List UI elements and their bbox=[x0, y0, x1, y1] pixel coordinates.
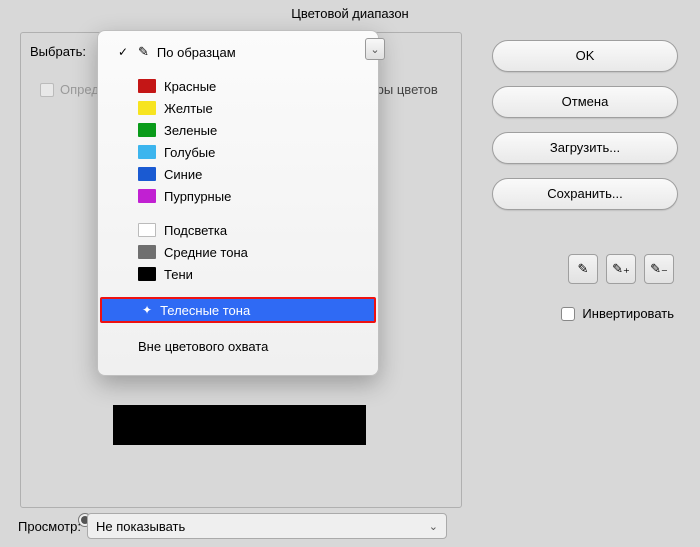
preview-label: Просмотр: bbox=[18, 519, 81, 534]
dropdown-item-label: Красные bbox=[164, 79, 216, 94]
color-swatch-icon bbox=[138, 189, 156, 203]
cancel-button[interactable]: Отмена bbox=[492, 86, 678, 118]
color-swatch-icon bbox=[138, 101, 156, 115]
dropdown-item-label: По образцам bbox=[157, 45, 236, 60]
person-icon: ✦ bbox=[142, 303, 152, 317]
color-swatch-icon bbox=[138, 123, 156, 137]
select-dropdown-menu: ✓ ✎ По образцам Красные Желтые Зеленые Голубые… bbox=[97, 30, 379, 376]
save-button[interactable]: Сохранить... bbox=[492, 178, 678, 210]
chevron-down-icon: ⌄ bbox=[429, 520, 438, 533]
dropdown-item[interactable]: Вне цветового охвата bbox=[98, 335, 378, 357]
load-button[interactable]: Загрузить... bbox=[492, 132, 678, 164]
invert-option[interactable]: Инвертировать bbox=[561, 306, 674, 321]
dropdown-item-label: Телесные тона bbox=[160, 303, 250, 318]
preview-select[interactable]: Не показывать ⌄ bbox=[87, 513, 447, 539]
eyedropper-button[interactable]: ✎ bbox=[568, 254, 598, 284]
dropdown-item[interactable]: Синие bbox=[98, 163, 378, 185]
ok-button[interactable]: OK bbox=[492, 40, 678, 72]
eyedropper-minus-icon: ✎₋ bbox=[650, 261, 668, 277]
eyedropper-icon: ✎ bbox=[578, 261, 589, 277]
dropdown-item[interactable]: ✦ Телесные тона bbox=[102, 299, 374, 321]
dropdown-item[interactable]: Голубые bbox=[98, 141, 378, 163]
color-swatch-icon bbox=[138, 245, 156, 259]
preview-row: Просмотр: Не показывать ⌄ bbox=[18, 513, 447, 539]
preview-thumbnail bbox=[113, 405, 366, 445]
dropdown-item[interactable]: Желтые bbox=[98, 97, 378, 119]
select-dropdown-wrap: ⌄ ✓ ✎ По образцам Красные Желтые Зеленые Голуб… bbox=[97, 30, 379, 376]
dialog-title: Цветовой диапазон bbox=[0, 0, 700, 27]
color-swatch-icon bbox=[138, 167, 156, 181]
invert-label: Инвертировать bbox=[582, 306, 674, 321]
color-swatch-icon bbox=[138, 223, 156, 237]
right-button-column: OK Отмена Загрузить... Сохранить... bbox=[492, 40, 678, 210]
dropdown-item-label: Зеленые bbox=[164, 123, 217, 138]
dropdown-item-label: Синие bbox=[164, 167, 202, 182]
dropdown-item-label: Тени bbox=[164, 267, 193, 282]
eyedropper-subtract-button[interactable]: ✎₋ bbox=[644, 254, 674, 284]
eyedropper-icon: ✎ bbox=[138, 44, 149, 60]
check-icon: ✓ bbox=[116, 45, 130, 59]
invert-checkbox[interactable] bbox=[561, 307, 575, 321]
chevron-down-icon: ⌄ bbox=[370, 43, 379, 56]
dropdown-item[interactable]: Средние тона bbox=[98, 241, 378, 263]
eyedropper-plus-icon: ✎₊ bbox=[612, 261, 630, 277]
dropdown-item-label: Пурпурные bbox=[164, 189, 231, 204]
dropdown-item-label: Вне цветового охвата bbox=[138, 339, 268, 354]
dropdown-item[interactable]: ✓ ✎ По образцам bbox=[98, 41, 378, 63]
dropdown-item[interactable]: Красные bbox=[98, 75, 378, 97]
dropdown-item[interactable]: Зеленые bbox=[98, 119, 378, 141]
dropdown-item-label: Подсветка bbox=[164, 223, 227, 238]
color-swatch-icon bbox=[138, 145, 156, 159]
dropdown-item[interactable]: Пурпурные bbox=[98, 185, 378, 207]
preview-select-value: Не показывать bbox=[96, 519, 185, 534]
color-swatch-icon bbox=[138, 267, 156, 281]
dropdown-item-label: Желтые bbox=[164, 101, 213, 116]
face-detect-checkbox bbox=[40, 83, 54, 97]
eyedropper-add-button[interactable]: ✎₊ bbox=[606, 254, 636, 284]
select-label: Выбрать: bbox=[30, 44, 86, 59]
color-swatch-icon bbox=[138, 79, 156, 93]
select-dropdown-trigger[interactable]: ⌄ bbox=[365, 38, 385, 60]
dropdown-item-label: Голубые bbox=[164, 145, 215, 160]
eyedropper-tools: ✎ ✎₊ ✎₋ bbox=[568, 254, 674, 284]
dropdown-item[interactable]: Подсветка bbox=[98, 219, 378, 241]
dropdown-item-label: Средние тона bbox=[164, 245, 248, 260]
dropdown-item[interactable]: Тени bbox=[98, 263, 378, 285]
